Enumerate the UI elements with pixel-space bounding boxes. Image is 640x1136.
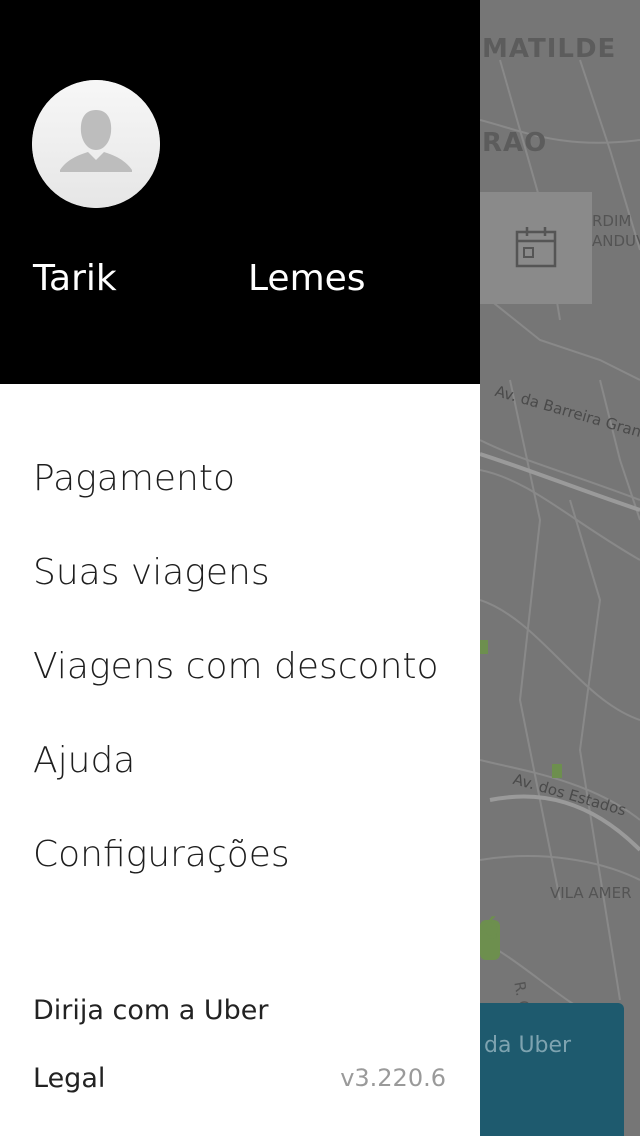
profile-header[interactable]: Tarik Lemes [0, 0, 480, 384]
user-silhouette-icon [32, 80, 160, 208]
menu-item-ajuda[interactable]: Ajuda [33, 740, 135, 781]
menu-item-configuracoes[interactable]: Configurações [33, 834, 290, 875]
map-label: RAO [482, 128, 548, 158]
legal-link[interactable]: Legal [33, 1063, 105, 1094]
map-view[interactable]: MATILDE RAO RDIM ANDUV Av. da Barreira G… [480, 0, 640, 1136]
map-label: é [480, 912, 499, 945]
map-roads [480, 59, 640, 1021]
calendar-icon [515, 227, 557, 268]
menu-item-suas-viagens[interactable]: Suas viagens [33, 552, 270, 593]
side-drawer: Tarik Lemes Pagamento Suas viagens Viage… [0, 0, 480, 1136]
app-version: v3.220.6 [340, 1064, 446, 1092]
map-label: RDIM [592, 212, 632, 230]
schedule-ride-button[interactable] [480, 192, 592, 304]
menu-item-pagamento[interactable]: Pagamento [33, 458, 235, 499]
uber-banner[interactable]: da Uber [480, 1003, 624, 1136]
map-label: ANDUV [592, 232, 640, 250]
avatar[interactable] [32, 80, 160, 208]
map-label: VILA AMER [550, 884, 632, 902]
park-patch [480, 640, 488, 654]
map-label: MATILDE [482, 34, 617, 64]
profile-last-name: Lemes [248, 258, 366, 299]
banner-text: da Uber [484, 1033, 572, 1058]
drive-with-uber-link[interactable]: Dirija com a Uber [33, 995, 269, 1026]
menu-item-viagens-com-desconto[interactable]: Viagens com desconto [33, 646, 439, 687]
park-patch [552, 764, 562, 778]
profile-first-name: Tarik [33, 258, 117, 299]
